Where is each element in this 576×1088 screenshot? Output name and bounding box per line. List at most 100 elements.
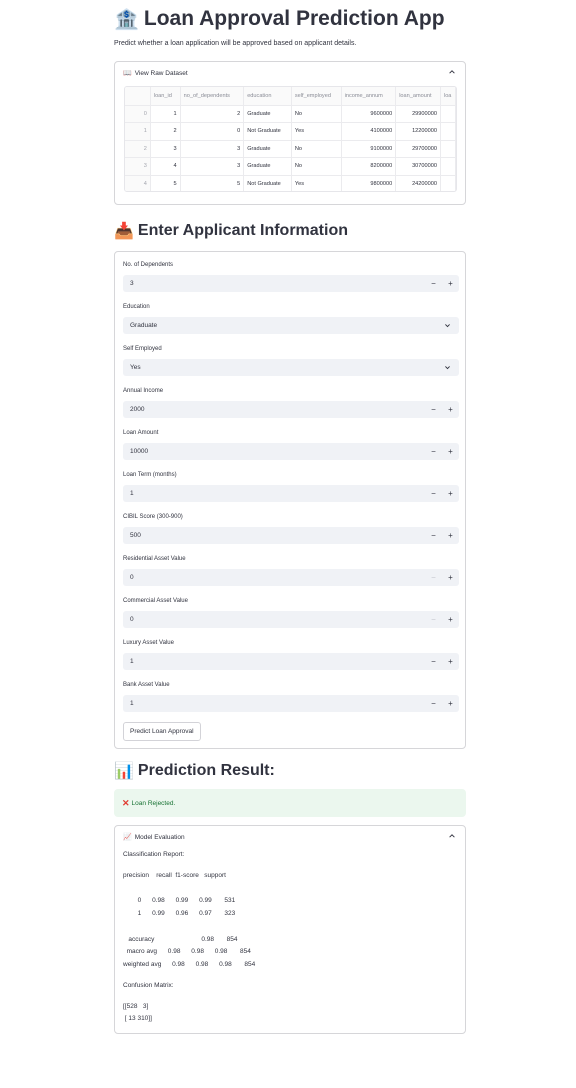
dataset-table[interactable]: loan_id no_of_dependents education self_emp…	[124, 86, 457, 192]
increment-button[interactable]: +	[442, 569, 459, 586]
model-evaluation-expander-header[interactable]: 📈 Model Evaluation	[115, 826, 465, 848]
applicant-info-heading: 📥 Enter Applicant Information	[114, 220, 348, 242]
field-label: No. of Dependents	[123, 262, 174, 268]
table-cell: 5	[150, 175, 181, 191]
number-input[interactable]: 1 − +	[123, 653, 459, 670]
decrement-button[interactable]: −	[425, 653, 442, 670]
decrement-button[interactable]: −	[425, 485, 442, 502]
prediction-alert-text: Loan Rejected.	[131, 799, 176, 807]
select-field[interactable]: Yes	[123, 359, 459, 376]
field-value: 0	[130, 616, 134, 623]
classification-report-row: 1 0.99 0.96 0.97 323	[125, 910, 236, 917]
number-input[interactable]: 1 − +	[123, 695, 459, 712]
raw-dataset-expander-header[interactable]: 📖 View Raw Dataset	[115, 62, 465, 84]
table-header-row: loan_id no_of_dependents education self_emp…	[125, 87, 456, 106]
bank-icon: 🏦	[114, 8, 139, 31]
field-label: Annual Income	[123, 388, 164, 394]
field-label: Bank Asset Value	[123, 682, 170, 688]
table-row[interactable]: 0 1 2 Graduate No 9600000 29900000	[125, 105, 456, 123]
table-cell: 9100000	[341, 140, 397, 158]
decrement-button[interactable]: −	[425, 569, 442, 586]
table-cell: 9800000	[341, 175, 397, 191]
table-cell: 2	[180, 105, 245, 123]
number-stepper: − +	[425, 569, 459, 586]
number-stepper: − +	[425, 611, 459, 628]
field-value: 3	[130, 280, 134, 287]
field-value: Graduate	[130, 322, 158, 329]
field-label: Loan Term (months)	[123, 472, 177, 478]
prediction-result-heading: 📊 Prediction Result:	[114, 760, 275, 782]
confusion-matrix-row: [ 13 310]]	[123, 1015, 152, 1022]
table-row[interactable]: 1 2 0 Not Graduate Yes 4100000 12200000	[125, 122, 456, 141]
classification-report-row: 0 0.98 0.99 0.99 531	[125, 897, 236, 904]
table-row[interactable]: 4 5 5 Not Graduate Yes 9800000 24200000	[125, 175, 456, 191]
field-value: 1	[130, 490, 134, 497]
chevron-down-icon[interactable]	[444, 364, 451, 371]
classification-summary-row: macro avg 0.98 0.98 0.98 854	[123, 948, 251, 955]
open-book-icon: 📖	[123, 70, 132, 77]
increment-button[interactable]: +	[442, 695, 459, 712]
decrement-button[interactable]: −	[425, 401, 442, 418]
chevron-down-icon[interactable]	[444, 322, 451, 329]
increment-button[interactable]: +	[442, 653, 459, 670]
select-field[interactable]: Graduate	[123, 317, 459, 334]
table-column-header	[125, 87, 151, 106]
increment-button[interactable]: +	[442, 485, 459, 502]
predict-button[interactable]: Predict Loan Approval	[123, 722, 201, 741]
bar-chart-icon: 📊	[114, 763, 134, 780]
field-label: Luxury Asset Value	[123, 640, 174, 646]
table-cell	[440, 175, 456, 191]
number-input[interactable]: 0 − +	[123, 569, 459, 586]
field-value: 2000	[130, 406, 145, 413]
table-row[interactable]: 3 4 3 Graduate No 8200000 30700000	[125, 157, 456, 176]
number-input[interactable]: 1 − +	[123, 485, 459, 502]
number-input[interactable]: 0 − +	[123, 611, 459, 628]
decrement-button[interactable]: −	[425, 443, 442, 460]
confusion-matrix-row: [[528 3]	[123, 1003, 149, 1010]
page-title: 🏦 Loan Approval Prediction App	[114, 4, 445, 34]
number-input[interactable]: 10000 − +	[123, 443, 459, 460]
number-stepper: − +	[425, 401, 459, 418]
decrement-button[interactable]: −	[425, 527, 442, 544]
table-column-header[interactable]: self_employed	[291, 87, 342, 106]
table-column-header[interactable]: loa	[440, 87, 456, 106]
field-value: 0	[130, 574, 134, 581]
field-label: Self Employed	[123, 346, 162, 352]
table-cell: 8200000	[341, 157, 397, 176]
increment-button[interactable]: +	[442, 275, 459, 292]
decrement-button[interactable]: −	[425, 611, 442, 628]
model-evaluation-expander-label: Model Evaluation	[134, 833, 185, 841]
page-subtitle: Predict whether a loan application will …	[114, 40, 357, 47]
table-cell: 1	[150, 105, 181, 123]
table-column-header[interactable]: loan_amount	[395, 87, 441, 106]
number-input[interactable]: 3 − +	[123, 275, 459, 292]
table-column-header[interactable]: loan_id	[150, 87, 181, 106]
decrement-button[interactable]: −	[425, 695, 442, 712]
decrement-button[interactable]: −	[425, 275, 442, 292]
table-row-index: 4	[125, 175, 151, 191]
table-cell: Not Graduate	[243, 122, 292, 141]
increment-button[interactable]: +	[442, 527, 459, 544]
field-value: 500	[130, 532, 141, 539]
table-column-header[interactable]: income_annum	[341, 87, 397, 106]
chevron-up-icon[interactable]	[448, 832, 456, 840]
table-row[interactable]: 2 3 3 Graduate No 9100000 29700000	[125, 140, 456, 158]
chevron-up-icon[interactable]	[448, 68, 456, 76]
field-label: CIBIL Score (300-900)	[123, 514, 183, 520]
table-column-header[interactable]: no_of_dependents	[180, 87, 245, 106]
table-cell: 4100000	[341, 122, 397, 141]
increment-button[interactable]: +	[442, 443, 459, 460]
field-value: 10000	[130, 448, 149, 455]
table-column-header[interactable]: education	[243, 87, 292, 106]
number-input[interactable]: 500 − +	[123, 527, 459, 544]
table-cell: 12200000	[395, 122, 441, 141]
number-input[interactable]: 2000 − +	[123, 401, 459, 418]
increment-button[interactable]: +	[442, 611, 459, 628]
field-value: Yes	[130, 364, 141, 371]
inbox-tray-icon: 📥	[114, 223, 134, 240]
increment-button[interactable]: +	[442, 401, 459, 418]
field-value: 1	[130, 700, 134, 707]
table-row-index: 0	[125, 105, 151, 123]
raw-dataset-expander-label: View Raw Dataset	[134, 69, 188, 77]
table-cell: 3	[150, 140, 181, 158]
